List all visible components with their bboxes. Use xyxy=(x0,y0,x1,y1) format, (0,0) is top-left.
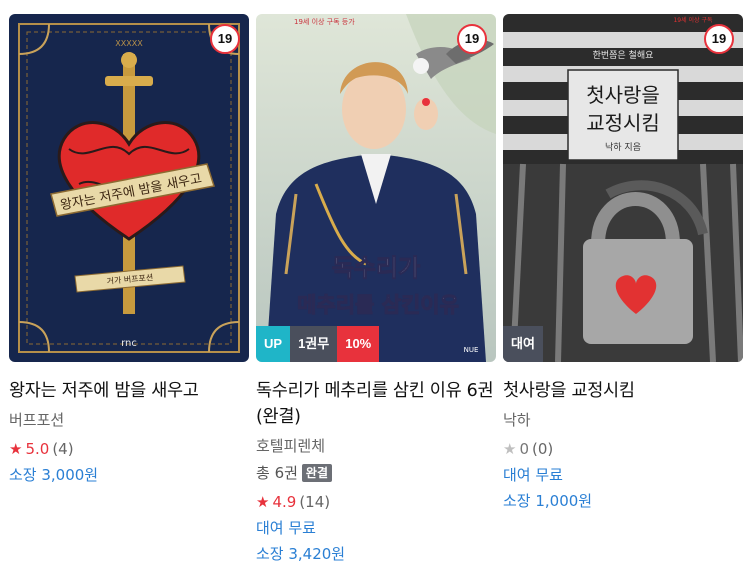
book-card-2[interactable]: 독수리가 메추리를 삼킨이유 19세 이상 구독 등가 NUE 19 UP 1권… xyxy=(256,14,496,564)
cover-top-ornament: XXXXX xyxy=(115,39,143,48)
age-19-badge: 19 xyxy=(457,24,487,54)
cover-title-line2: 교정시킴 xyxy=(586,111,660,135)
star-icon: ★ xyxy=(256,493,270,511)
cover-art-prince: 왕자는 저주에 밤을 새우고 거가 버프포션 XXXXX rnc xyxy=(9,14,249,362)
tag-free-volume: 1권무 xyxy=(290,326,338,362)
cover-art-padlock: 첫사랑을 교정시킴 낙하 지음 한번쯤은 철해요 19세 이상 구독 xyxy=(503,14,743,362)
publisher-logo: NUE xyxy=(464,346,479,354)
book-author[interactable]: 호텔피렌체 xyxy=(256,436,496,456)
rating-count: (0) xyxy=(532,440,554,458)
cover-subtitle: 한번쯤은 철해요 xyxy=(593,50,654,61)
tag-rental: 대여 xyxy=(503,326,543,362)
own-price: 소장 3,420원 xyxy=(256,545,346,563)
cover-author: 낙하 지음 xyxy=(605,142,641,153)
star-icon: ★ xyxy=(503,440,517,458)
book-card-3[interactable]: 첫사랑을 교정시킴 낙하 지음 한번쯤은 철해요 19세 이상 구독 19 대여… xyxy=(503,14,743,511)
rating-count: (4) xyxy=(52,440,74,458)
volume-total: 총 6권 완결 xyxy=(256,463,496,483)
book-grid: 왕자는 저주에 밤을 새우고 거가 버프포션 XXXXX rnc 19 왕자는 … xyxy=(0,0,743,588)
cover-tags: UP 1권무 10% xyxy=(256,326,380,362)
completed-badge: 완결 xyxy=(301,464,333,482)
star-icon: ★ xyxy=(9,440,23,458)
rent-free-label: 대여 무료 xyxy=(503,466,563,484)
rent-free-label: 대여 무료 xyxy=(256,519,316,537)
book-card-1[interactable]: 왕자는 저주에 밤을 새우고 거가 버프포션 XXXXX rnc 19 왕자는 … xyxy=(9,14,249,485)
book-title[interactable]: 왕자는 저주에 밤을 새우고 xyxy=(9,378,249,404)
own-price: 소장 1,000원 xyxy=(503,492,593,510)
publisher-logo: rnc xyxy=(121,338,137,349)
cover-title-line1: 첫사랑을 xyxy=(586,83,660,107)
book-rating: ★ 0 (0) xyxy=(503,439,743,459)
cover-art-eagle: 독수리가 메추리를 삼킨이유 19세 이상 구독 등가 NUE xyxy=(256,14,496,362)
book-cover-2[interactable]: 독수리가 메추리를 삼킨이유 19세 이상 구독 등가 NUE 19 UP 1권… xyxy=(256,14,496,362)
age-19-badge: 19 xyxy=(704,24,734,54)
book-title[interactable]: 독수리가 메추리를 삼킨 이유 6권 (완결) xyxy=(256,378,496,430)
cover-tags: 대여 xyxy=(503,326,543,362)
book-rating: ★ 4.9 (14) xyxy=(256,492,496,512)
book-author[interactable]: 버프포션 xyxy=(9,410,249,430)
age-19-badge: 19 xyxy=(210,24,240,54)
rating-score: 5.0 xyxy=(25,440,50,458)
rating-score: 4.9 xyxy=(272,493,297,511)
own-price: 소장 3,000원 xyxy=(9,466,99,484)
rating-score: 0 xyxy=(519,440,529,458)
total-volumes: 총 6권 xyxy=(256,464,298,482)
tag-discount: 10% xyxy=(337,326,380,362)
cover-top-label: 19세 이상 구독 xyxy=(673,16,713,24)
book-title[interactable]: 첫사랑을 교정시킴 xyxy=(503,378,743,404)
book-cover-3[interactable]: 첫사랑을 교정시킴 낙하 지음 한번쯤은 철해요 19세 이상 구독 19 대여 xyxy=(503,14,743,362)
cover-title-line1: 독수리가 xyxy=(332,253,420,282)
cover-title-line2: 메추리를 삼킨이유 xyxy=(297,292,459,317)
tag-up: UP xyxy=(256,326,291,362)
book-rating: ★ 5.0 (4) xyxy=(9,439,249,459)
book-cover-1[interactable]: 왕자는 저주에 밤을 새우고 거가 버프포션 XXXXX rnc 19 xyxy=(9,14,249,362)
rating-count: (14) xyxy=(299,493,331,511)
book-author[interactable]: 낙하 xyxy=(503,410,743,430)
cover-top-label: 19세 이상 구독 등가 xyxy=(294,17,355,26)
